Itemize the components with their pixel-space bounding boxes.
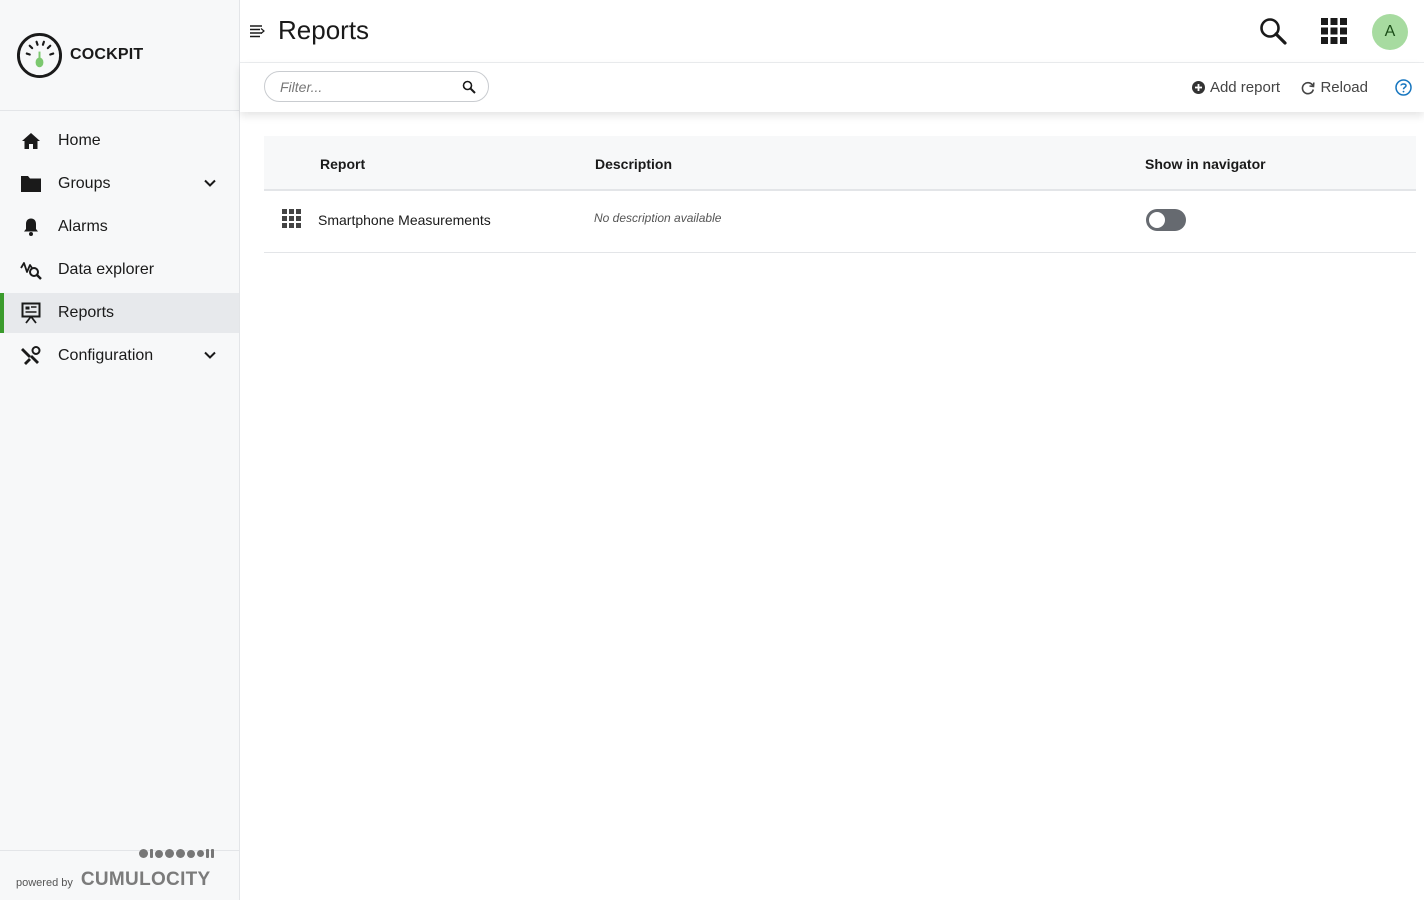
column-header-description: Description — [595, 156, 673, 172]
sidebar-item-label: Reports — [58, 304, 115, 321]
app-name: COCKPIT — [70, 46, 144, 63]
sidebar-item-groups[interactable]: Groups — [0, 164, 239, 204]
sidebar-footer: powered by CUMULOCITY — [0, 849, 239, 900]
sidebar-item-label: Groups — [58, 175, 111, 192]
show-in-navigator-toggle[interactable] — [1146, 209, 1186, 231]
sidebar-item-label: Alarms — [58, 218, 108, 235]
sidebar-item-label: Configuration — [58, 347, 154, 364]
plus-circle-icon — [1191, 81, 1205, 94]
sidebar-item-data-explorer[interactable]: Data explorer — [0, 250, 239, 290]
chevron-down-icon[interactable] — [203, 348, 217, 362]
help-icon[interactable] — [1395, 79, 1412, 96]
cumulocity-dots-icon — [138, 849, 214, 858]
reload-button[interactable]: Reload — [1301, 79, 1368, 96]
sidebar-item-reports[interactable]: Reports — [0, 293, 239, 333]
page-title: Reports — [278, 15, 370, 45]
sidebar-item-home[interactable]: Home — [0, 121, 239, 161]
refresh-icon — [1302, 81, 1316, 94]
filter-input[interactable] — [280, 78, 462, 95]
report-description: No description available — [594, 211, 722, 225]
bell-icon — [20, 216, 42, 238]
sidebar-item-configuration[interactable]: Configuration — [0, 336, 239, 376]
reload-label: Reload — [1320, 79, 1368, 96]
table-header: Report Description Show in navigator — [264, 136, 1416, 191]
brand[interactable]: COCKPIT — [0, 0, 239, 111]
sidebar-item-alarms[interactable]: Alarms — [0, 207, 239, 247]
chevron-down-icon[interactable] — [203, 176, 217, 190]
action-bar: Add report Reload — [240, 63, 1424, 112]
cumulocity-wordmark: CUMULOCITY — [80, 869, 211, 890]
sidebar-item-label: Data explorer — [58, 261, 155, 278]
folder-icon — [20, 173, 42, 195]
user-avatar[interactable]: A — [1372, 14, 1408, 50]
reports-table: Report Description Show in navigator Sma… — [264, 136, 1416, 253]
app-switcher-icon[interactable] — [1320, 17, 1348, 45]
dashboard-grid-icon — [282, 209, 301, 228]
search-icon[interactable] — [462, 80, 476, 94]
presentation-icon — [20, 302, 42, 324]
add-report-button[interactable]: Add report — [1191, 79, 1280, 96]
powered-by-label: powered by — [16, 877, 73, 889]
cumulocity-logo: CUMULOCITY — [80, 849, 214, 891]
sidebar-item-label: Home — [58, 132, 101, 149]
home-icon — [20, 130, 42, 152]
filter-field — [264, 71, 489, 102]
column-header-report[interactable]: Report — [320, 156, 365, 172]
sidebar: COCKPIT Home Groups Alarms Data explorer… — [0, 0, 240, 900]
column-header-show-in-navigator: Show in navigator — [1145, 156, 1266, 172]
top-bar: Reports A — [240, 0, 1424, 63]
add-report-label: Add report — [1209, 79, 1280, 96]
menu-toggle-icon[interactable] — [249, 23, 265, 39]
report-name-link[interactable]: Smartphone Measurements — [318, 212, 491, 228]
data-explorer-icon — [20, 259, 42, 281]
search-icon[interactable] — [1258, 16, 1288, 46]
toggle-knob — [1149, 212, 1165, 228]
main-navigation: Home Groups Alarms Data explorer Reports… — [0, 111, 239, 376]
table-row[interactable]: Smartphone Measurements No description a… — [264, 191, 1416, 253]
wrench-icon — [20, 345, 42, 367]
cockpit-logo-icon — [16, 32, 63, 78]
